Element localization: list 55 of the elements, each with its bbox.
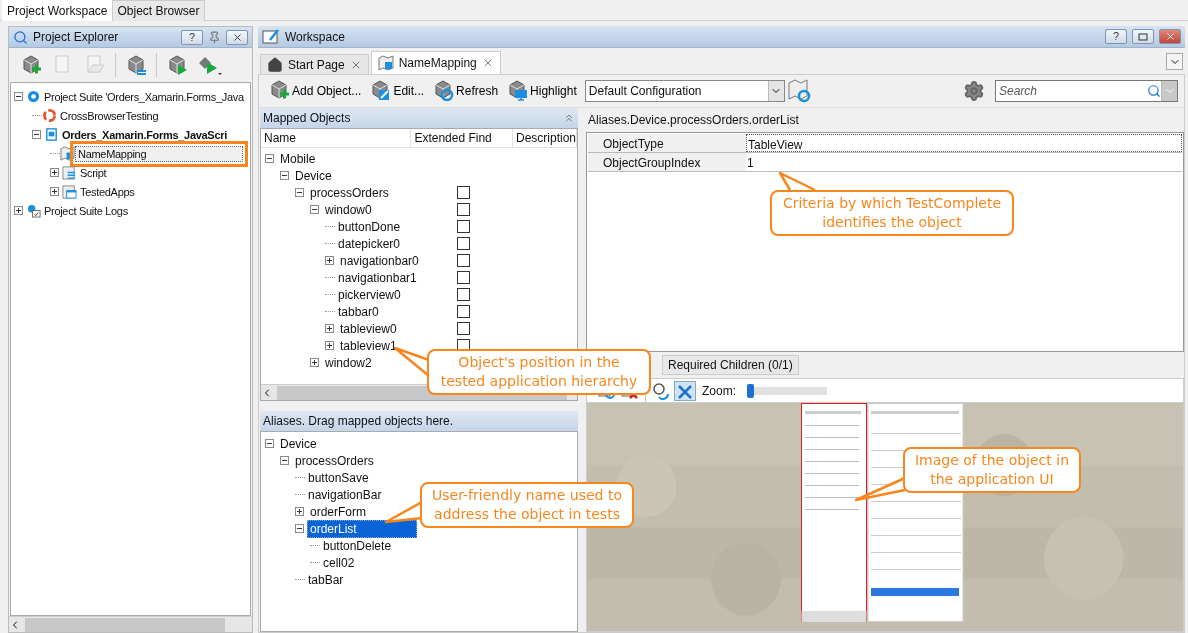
tab[interactable]: NameMapping bbox=[370, 51, 501, 74]
tree-item[interactable]: Device bbox=[292, 166, 335, 185]
column-header[interactable]: Description bbox=[513, 129, 577, 147]
tab[interactable]: Object Browser bbox=[112, 0, 205, 21]
toolbar-button[interactable]: Highlight bbox=[503, 77, 580, 105]
property-name: ObjectType bbox=[588, 134, 746, 152]
tree-item[interactable]: CrossBrowserTesting bbox=[57, 107, 162, 124]
window-title: Workspace bbox=[285, 29, 346, 44]
tree-item[interactable]: Project Suite Logs bbox=[41, 202, 131, 219]
search-field[interactable]: Search bbox=[995, 80, 1178, 102]
tree-item[interactable]: processOrders bbox=[292, 451, 377, 470]
tree-item[interactable]: processOrders bbox=[307, 183, 392, 202]
tree-item[interactable]: Project Suite 'Orders_Xamarin.Forms_Java bbox=[41, 88, 247, 105]
property-value[interactable]: 1 bbox=[746, 153, 1182, 171]
tree-item[interactable]: Mobile bbox=[277, 149, 319, 168]
tab[interactable]: Start Page bbox=[260, 54, 369, 74]
configuration-dropdown[interactable]: Default Configuration bbox=[584, 80, 785, 102]
help-button[interactable]: ? bbox=[181, 29, 203, 45]
tree-item[interactable]: pickerview0 bbox=[335, 285, 404, 304]
tree-item[interactable]: orderForm bbox=[307, 502, 369, 521]
tree-item[interactable]: window0 bbox=[322, 200, 375, 219]
tree-item[interactable]: tableview0 bbox=[337, 319, 400, 338]
tree-item[interactable]: navigationBar bbox=[305, 485, 385, 504]
tree-item[interactable]: Script bbox=[77, 164, 110, 181]
tree-item[interactable]: orderList bbox=[307, 519, 417, 538]
object-path: Aliases.Device.processOrders.orderList bbox=[587, 112, 800, 129]
callout-tooltip: Image of the object in the application UI bbox=[903, 447, 1081, 493]
tree-item[interactable]: window2 bbox=[322, 353, 375, 372]
tree-item[interactable]: buttonDelete bbox=[320, 536, 395, 555]
tree-item[interactable]: buttonDone bbox=[335, 217, 404, 236]
help-button[interactable]: ? bbox=[1105, 29, 1127, 44]
tree-item[interactable]: tableview1 bbox=[337, 336, 400, 355]
panel-title: Project Explorer bbox=[33, 30, 120, 44]
zoom-label: Zoom: bbox=[702, 383, 736, 398]
tree-item[interactable]: TestedApps bbox=[77, 183, 138, 200]
panel-title: Aliases. Drag mapped objects here. bbox=[260, 411, 578, 431]
column-header[interactable]: Name bbox=[261, 129, 412, 147]
toolbar-button[interactable]: Edit... bbox=[366, 77, 428, 105]
tree-item[interactable]: tabbar0 bbox=[335, 302, 382, 321]
tree-item[interactable]: navigationbar1 bbox=[335, 268, 420, 287]
tab[interactable]: Project Workspace bbox=[2, 0, 113, 21]
toolbar-button[interactable]: Add Object... bbox=[265, 77, 365, 105]
property-value[interactable]: TableView bbox=[746, 134, 1182, 152]
tree-item[interactable]: datepicker0 bbox=[335, 234, 404, 253]
column-header[interactable]: Extended Find bbox=[411, 129, 513, 147]
tree-item[interactable]: buttonSave bbox=[305, 468, 372, 487]
tree-item[interactable]: cell02 bbox=[320, 553, 358, 572]
tree-item[interactable]: Orders_Xamarin.Forms_JavaScri bbox=[59, 126, 230, 143]
tree-item[interactable]: Device bbox=[277, 434, 320, 453]
panel-title: Mapped Objects bbox=[263, 111, 351, 125]
property-name: ObjectGroupIndex bbox=[588, 153, 746, 171]
tab[interactable]: Required Children (0/1) bbox=[662, 355, 799, 375]
toolbar-button[interactable]: Refresh bbox=[429, 77, 502, 105]
tree-item[interactable]: navigationbar0 bbox=[337, 251, 422, 270]
tree-item[interactable]: tabBar bbox=[305, 570, 347, 589]
